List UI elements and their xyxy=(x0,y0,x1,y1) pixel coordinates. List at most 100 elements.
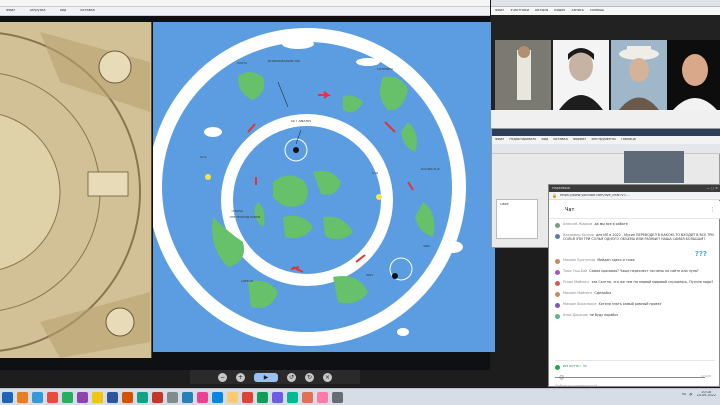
chat-avatar[interactable] xyxy=(555,259,560,264)
chat-message: Владимир Кочнов для ИП в 2022 - Мусин ПЕР… xyxy=(555,233,715,258)
video-menu-help[interactable]: Помощь xyxy=(590,9,604,12)
video-menu-authors[interactable]: Авторы xyxy=(535,9,548,12)
chat-author[interactable]: Илья Доцецов xyxy=(563,313,588,317)
app-icon-11[interactable] xyxy=(167,391,178,403)
app-icon-13[interactable] xyxy=(197,391,208,403)
video-menu-video[interactable]: Видео xyxy=(554,9,565,12)
chat-avatar[interactable] xyxy=(555,270,560,275)
doc-menu-tools[interactable]: Инструменты xyxy=(591,138,615,141)
document-field-label: Свое xyxy=(500,203,509,206)
menu-file[interactable]: Файл xyxy=(6,9,15,12)
app-icon-4[interactable] xyxy=(62,391,73,403)
chat-avatar[interactable] xyxy=(555,314,560,319)
chat-avatar[interactable] xyxy=(555,234,560,239)
clock-date[interactable]: 24.09.2022 xyxy=(697,394,716,397)
label-sol: SOL xyxy=(200,156,207,159)
chat-more-icon[interactable]: ⋮ xyxy=(710,207,715,213)
participant-tile-4[interactable] xyxy=(667,40,720,110)
speaker-icon[interactable]: 🔊 xyxy=(689,393,693,396)
document-titlebar xyxy=(492,129,720,136)
label-the-missing: The Missing Island xyxy=(229,216,261,219)
participant-tile-1[interactable] xyxy=(495,40,551,110)
language-indicator[interactable]: RU xyxy=(682,393,687,396)
app-icon-17[interactable] xyxy=(257,391,268,403)
rotate-left-icon[interactable]: ↺ xyxy=(287,372,296,382)
viewer-menubar: Файл Загрузка Вид Вставка xyxy=(0,7,490,16)
chat-author[interactable]: Михаил Бургунсов xyxy=(563,258,595,262)
app-icon-2[interactable] xyxy=(32,391,43,403)
app-icon-22[interactable] xyxy=(332,391,343,403)
menu-load[interactable]: Загрузка xyxy=(29,9,45,12)
video-menu-record[interactable]: Запись xyxy=(571,9,584,12)
chat-avatar[interactable] xyxy=(555,223,560,228)
flat-earth-slide: HAPSI BHAIRAHAMAN IRA GERMANI SET ANAHIS… xyxy=(148,22,495,352)
app-icon-10[interactable] xyxy=(152,391,163,403)
chat-message: Михаил Вирклюосе Хотела знать самый рамны… xyxy=(555,302,715,313)
participant-tile-3[interactable] xyxy=(611,40,667,110)
document-thumbnail[interactable] xyxy=(624,151,684,183)
zoom-out-icon[interactable]: − xyxy=(218,372,227,382)
doc-menu-view[interactable]: Вид xyxy=(541,138,548,141)
app-icon-9[interactable] xyxy=(137,391,148,403)
doc-menu-insert[interactable]: Вставка xyxy=(553,138,567,141)
label-thora: THORA xyxy=(231,210,243,213)
chat-message-list: Алексей Жидков да мы все в работе Владимир… xyxy=(555,222,715,358)
app-icon-1[interactable] xyxy=(17,391,28,403)
video-menu-participants[interactable]: Участники xyxy=(510,9,529,12)
chat-avatar[interactable] xyxy=(555,281,560,286)
app-icon-8[interactable] xyxy=(122,391,133,403)
system-tray: RU 🔊 20:18 24.09.2022 xyxy=(682,391,717,398)
app-icon-20[interactable] xyxy=(302,391,313,403)
app-icon-15[interactable] xyxy=(227,391,238,403)
chat-url[interactable]: https://www.youtube.com/live_chat?v=... xyxy=(560,194,630,197)
chat-text: не буду поработ xyxy=(589,313,619,317)
chat-titlebar: Hаркевый — □ × xyxy=(549,185,720,192)
chat-message: Тама Таш-Бай Самая красивая? Чаще перехле… xyxy=(555,269,715,280)
close-icon[interactable]: × xyxy=(323,372,332,382)
participant-tile-2[interactable] xyxy=(553,40,609,110)
zoom-in-icon[interactable]: + xyxy=(236,372,245,382)
chat-author[interactable]: Тама Таш-Бай xyxy=(563,269,587,273)
doc-menu-edit[interactable]: Редактировать xyxy=(509,138,536,141)
rotate-right-icon[interactable]: ↻ xyxy=(305,372,314,382)
app-icon-6[interactable] xyxy=(92,391,103,403)
app-icon-3[interactable] xyxy=(47,391,58,403)
app-icon-21[interactable] xyxy=(317,391,328,403)
chat-text: Майдан здесь и тоже xyxy=(597,258,635,262)
chat-author[interactable]: Алексей Жидков xyxy=(563,222,592,226)
chat-urlbar: 🔒 https://www.youtube.com/live_chat?v=..… xyxy=(549,192,720,200)
app-icon-5[interactable] xyxy=(77,391,88,403)
slide-art xyxy=(148,28,466,346)
chat-avatar[interactable] xyxy=(555,303,560,308)
chat-author[interactable]: Рухин Майнинг xyxy=(563,280,589,284)
app-icon-12[interactable] xyxy=(182,391,193,403)
play-icon[interactable]: ▶ xyxy=(254,372,278,382)
doc-menu-file[interactable]: Файл xyxy=(495,138,504,141)
window-controls-icon[interactable]: — □ × xyxy=(706,187,718,190)
label-vah: VAH xyxy=(366,274,373,277)
word-icon[interactable] xyxy=(107,391,118,403)
chat-author[interactable]: Михаил Майнинг xyxy=(563,291,592,295)
doc-menu-format[interactable]: Формат xyxy=(573,138,587,141)
emoji-icon[interactable]: ☺ xyxy=(559,375,564,381)
chat-header: Чат ⋮ xyxy=(549,201,720,219)
video-menu-file[interactable]: Файл xyxy=(495,9,504,12)
app-icon-14[interactable] xyxy=(212,391,223,403)
chat-author[interactable]: Михаил Вирклюосе xyxy=(563,302,597,306)
question-marks: ??? xyxy=(694,250,707,258)
menu-insert[interactable]: Вставка xyxy=(80,9,94,12)
chat-message: Михаил Бургунсов Майдан здесь и тоже xyxy=(555,258,715,269)
start-button-icon[interactable] xyxy=(2,391,13,403)
chat-input-author: ИНТЕРНЕТ ТВ xyxy=(563,365,587,369)
document-toolbar xyxy=(492,144,720,154)
old-world-map-image xyxy=(0,22,152,358)
chat-avatar[interactable] xyxy=(555,292,560,297)
menu-view[interactable]: Вид xyxy=(60,9,67,12)
app-icon-18[interactable] xyxy=(272,391,283,403)
chrome-icon[interactable] xyxy=(242,391,253,403)
chat-message: Илья Доцецов не буду поработ xyxy=(555,313,715,324)
doc-menu-table[interactable]: Таблица xyxy=(621,138,636,141)
app-icon-19[interactable] xyxy=(287,391,298,403)
chat-message: Алексей Жидков да мы все в работе xyxy=(555,222,715,233)
chat-text: да мы все в работе xyxy=(594,222,628,226)
